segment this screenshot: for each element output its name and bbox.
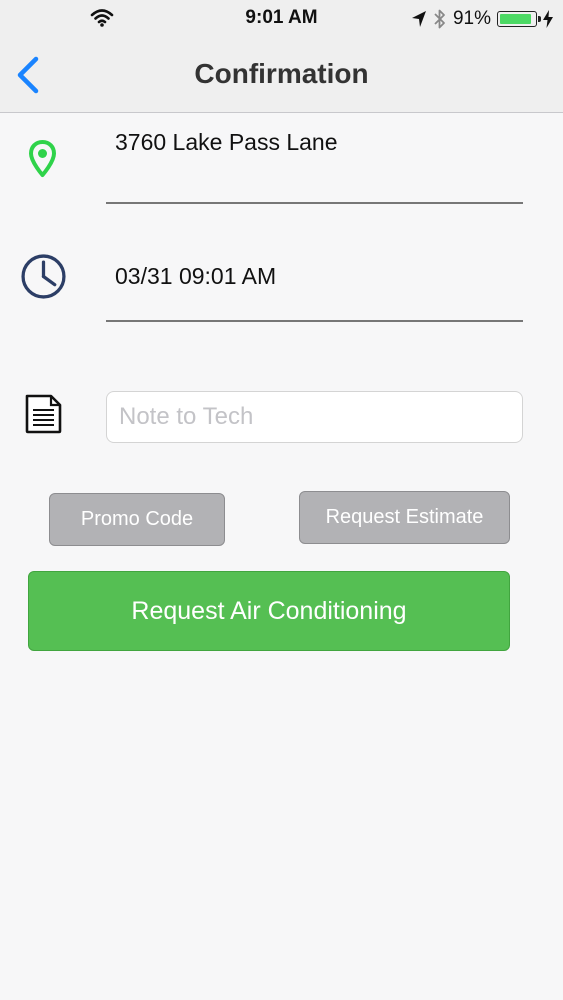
charging-bolt-icon <box>543 10 553 28</box>
address-underline <box>106 202 523 204</box>
status-right-group: 91% <box>411 7 553 31</box>
promo-code-label: Promo Code <box>80 508 194 530</box>
clock-icon <box>21 254 66 299</box>
battery-cap <box>538 16 541 22</box>
address-field[interactable]: 3760 Lake Pass Lane <box>115 129 338 156</box>
page-title: Confirmation <box>194 58 369 89</box>
document-icon <box>25 394 62 434</box>
datetime-field[interactable]: 03/31 09:01 AM <box>115 263 276 290</box>
battery-icon <box>497 11 541 27</box>
request-air-conditioning-label: Request Air Conditioning <box>131 596 407 625</box>
status-bar: 9:01 AM 91% <box>0 0 563 38</box>
location-arrow-icon <box>411 11 426 27</box>
request-air-conditioning-button[interactable]: Request Air Conditioning <box>28 571 510 651</box>
battery-percent: 91% <box>452 8 491 29</box>
bluetooth-icon <box>434 9 445 29</box>
navigation-bar: Confirmation <box>0 38 563 113</box>
request-estimate-button[interactable]: Request Estimate <box>299 491 510 544</box>
note-to-tech-input[interactable] <box>106 391 523 443</box>
map-pin-icon <box>29 140 56 177</box>
request-estimate-label: Request Estimate <box>325 506 484 528</box>
datetime-underline <box>106 320 523 322</box>
battery-level <box>500 14 531 24</box>
promo-code-button[interactable]: Promo Code <box>49 493 225 546</box>
